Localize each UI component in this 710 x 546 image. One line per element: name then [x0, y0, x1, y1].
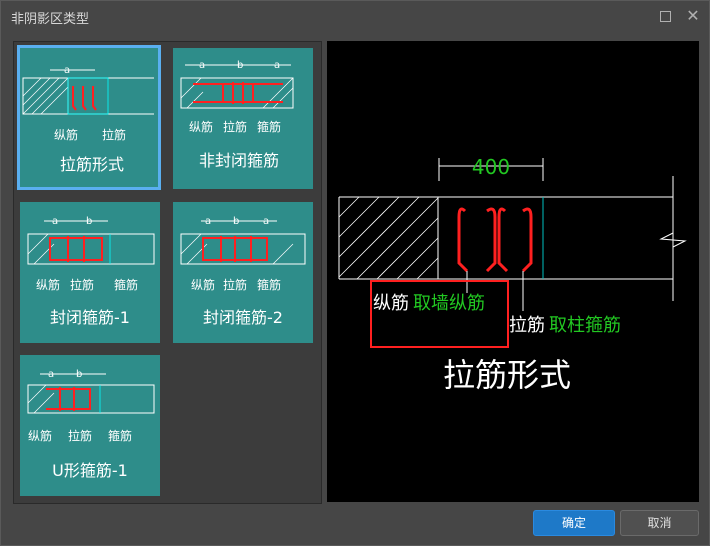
type-list-panel: a 纵筋 拉筋 拉筋形式 a b a 纵筋 — [13, 41, 322, 504]
tile-label-tie: 拉筋 — [70, 277, 94, 292]
preview-dimension-label: 400 — [472, 155, 510, 179]
tile-title: 封闭箍筋-2 — [203, 308, 283, 327]
tile-label-vertical: 纵筋 — [28, 428, 52, 443]
cancel-button[interactable]: 取消 — [620, 510, 699, 536]
preview-label-vertical-value: 取墙纵筋 — [413, 293, 485, 314]
dialog-window: 非阴影区类型 ✕ a 纵筋 拉筋 拉筋形式 a b a — [0, 0, 710, 546]
tile-closed-stirrup-2[interactable]: a b a 纵筋 拉筋 箍筋 封闭箍筋-2 — [173, 202, 313, 343]
tile-label-vertical: 纵筋 — [189, 119, 213, 134]
tile-closed-stirrup-1[interactable]: a b 纵筋 拉筋 箍筋 封闭箍筋-1 — [20, 202, 160, 343]
close-icon[interactable]: ✕ — [685, 8, 701, 24]
tile-label-stirrup: 箍筋 — [114, 277, 138, 292]
title-bar: 非阴影区类型 ✕ — [1, 1, 709, 33]
tile-label-stirrup: 箍筋 — [257, 119, 281, 134]
tile-label-tie: 拉筋 — [102, 127, 126, 142]
ok-button[interactable]: 确定 — [533, 510, 615, 536]
preview-canvas: 400 纵筋 取墙纵筋 拉筋 取柱箍筋 拉筋形式 — [327, 41, 699, 502]
tile-label-vertical: 纵筋 — [36, 277, 60, 292]
tile-label-tie: 拉筋 — [223, 119, 247, 134]
tile-title: U形箍筋-1 — [52, 461, 128, 480]
tile-title: 封闭箍筋-1 — [50, 308, 130, 327]
preview-label-tie-value: 取柱箍筋 — [549, 315, 621, 336]
preview-label-vertical: 纵筋 — [373, 293, 409, 314]
tile-label-vertical: 纵筋 — [191, 277, 215, 292]
tile-label-stirrup: 箍筋 — [108, 428, 132, 443]
tile-label-vertical: 纵筋 — [54, 127, 78, 142]
tile-u-stirrup-1[interactable]: a b 纵筋 拉筋 箍筋 U形箍筋-1 — [20, 355, 160, 496]
maximize-icon[interactable] — [657, 8, 673, 24]
tile-label-stirrup: 箍筋 — [257, 277, 281, 292]
dialog-title: 非阴影区类型 — [11, 12, 90, 27]
tile-label-tie: 拉筋 — [68, 428, 92, 443]
tile-title: 拉筋形式 — [60, 155, 124, 174]
tile-tie-bar[interactable]: a 纵筋 拉筋 拉筋形式 — [17, 45, 161, 190]
preview-label-tie: 拉筋 — [509, 315, 545, 336]
tile-open-stirrup[interactable]: a b a 纵筋 拉筋 箍筋 非封闭箍筋 — [173, 48, 313, 189]
preview-title: 拉筋形式 — [443, 356, 571, 394]
tile-label-tie: 拉筋 — [223, 277, 247, 292]
tile-title: 非封闭箍筋 — [199, 151, 279, 170]
